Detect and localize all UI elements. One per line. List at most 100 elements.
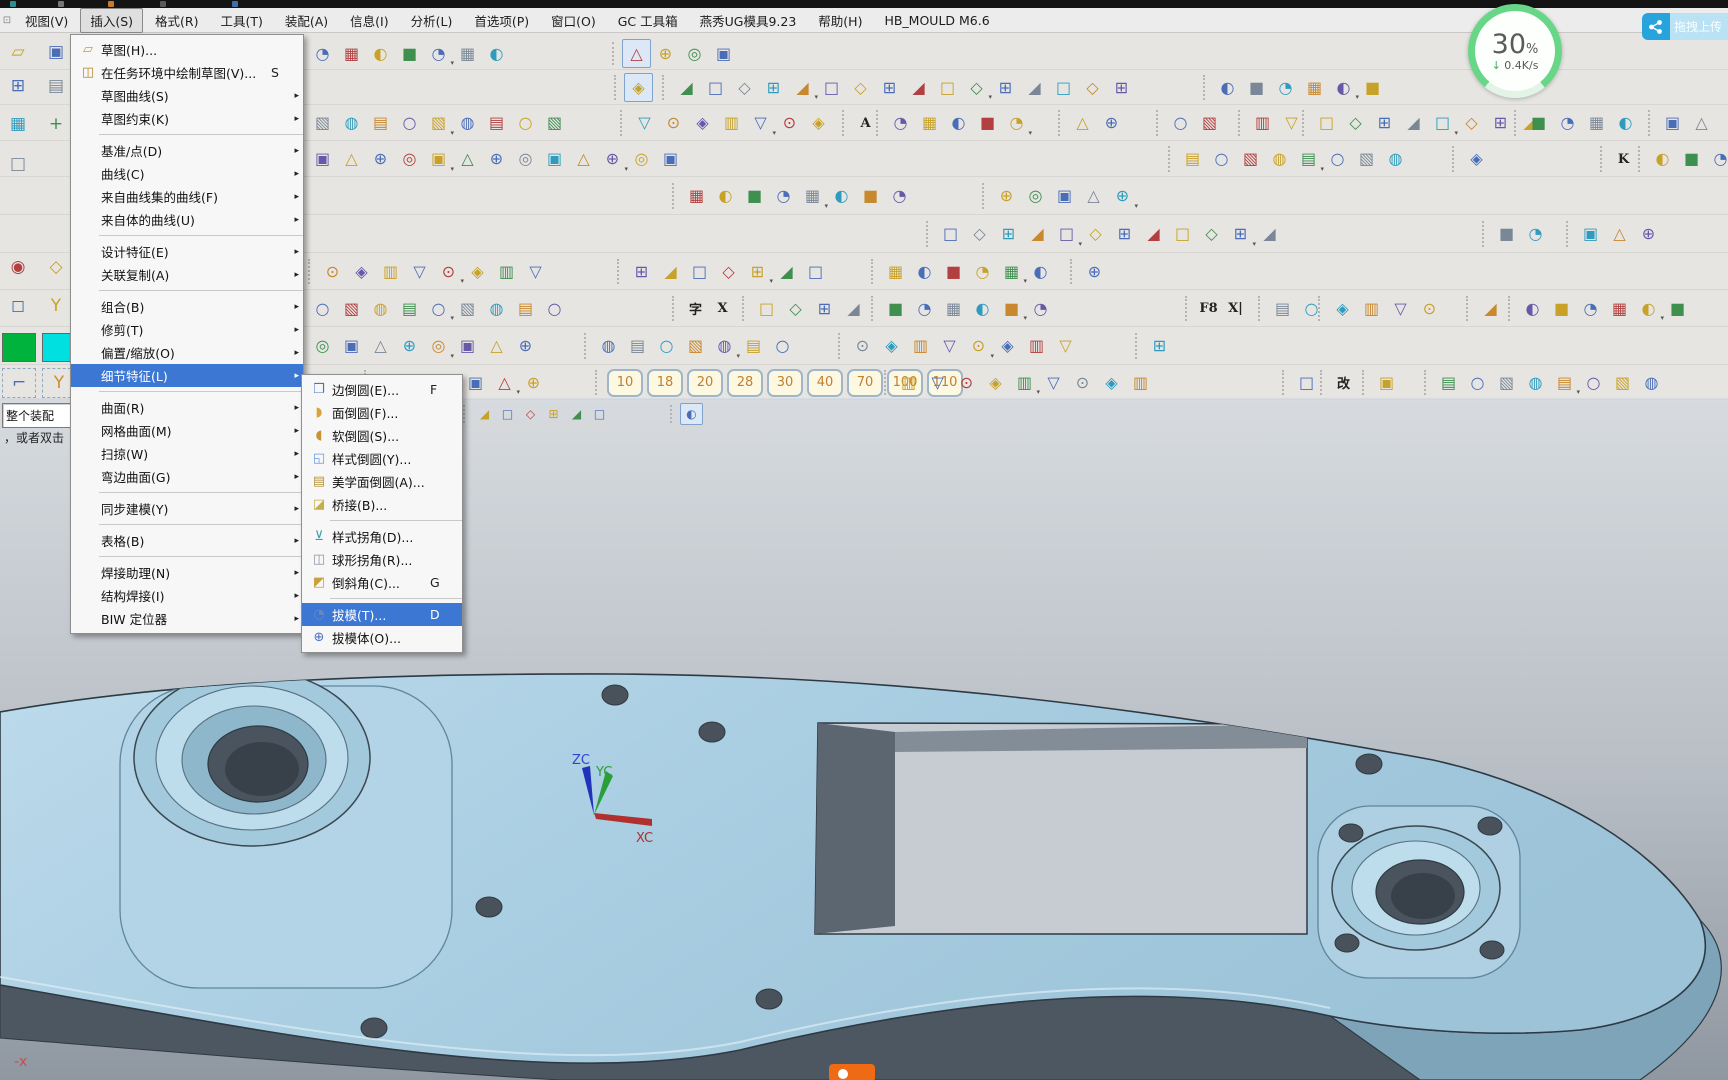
toolbar-button[interactable]: ◈ (347, 257, 376, 286)
toolbar-button[interactable]: ⊙ (952, 368, 981, 397)
toolbar-button[interactable]: ◈ (1328, 294, 1357, 323)
toolbar-button[interactable]: ○ (308, 294, 337, 323)
toolbar-button[interactable]: ⊙▾ (964, 332, 993, 361)
menubar-item[interactable]: 帮助(H) (808, 8, 872, 33)
menu-item[interactable]: 细节特征(L)▸ (71, 364, 303, 387)
toolbar-grip-handle[interactable] (620, 110, 627, 135)
toolbar-button[interactable]: ▤ (1434, 368, 1463, 397)
left-toolbar-button[interactable]: ▱ (2, 38, 34, 66)
toolbar-button[interactable]: ⊙ (318, 257, 347, 286)
toolbar-grip-handle[interactable] (1185, 296, 1192, 322)
toolbar-button[interactable]: ◇▾ (962, 73, 991, 102)
toolbar-button[interactable]: ▧ (1236, 145, 1265, 174)
toolbar-button[interactable]: ○ (1207, 145, 1236, 174)
toolbar-grip-handle[interactable] (1070, 259, 1077, 285)
menu-item[interactable]: 基准/点(D)▸ (71, 139, 303, 162)
toolbar-grip-handle[interactable] (1302, 110, 1309, 135)
toolbar-button[interactable]: ⊞ (994, 220, 1023, 249)
toolbar-grip-handle[interactable] (1648, 110, 1655, 135)
toolbar-grip-handle[interactable] (1135, 333, 1142, 360)
toolbar-button[interactable]: ⊙ (1415, 294, 1444, 323)
toolbar-button[interactable]: ⊞ (875, 73, 904, 102)
toolbar-button[interactable]: △ (1079, 182, 1108, 211)
zoom-preset-button[interactable]: 40 (807, 369, 843, 397)
toolbar-button[interactable]: □▾ (1052, 220, 1081, 249)
hole[interactable] (361, 1018, 387, 1038)
toolbar-button[interactable]: ⊕ (395, 332, 424, 361)
menu-item[interactable]: ◩倒斜角(C)...G (302, 571, 462, 594)
toolbar-button[interactable]: ◇ (714, 257, 743, 286)
toolbar-button[interactable]: ⊙ (659, 109, 688, 138)
toolbar-button[interactable]: ◐▾ (1634, 294, 1663, 323)
toolbar-button[interactable]: ▤ (482, 109, 511, 138)
toolbar-button[interactable]: ◇ (846, 73, 875, 102)
toolbar-button[interactable]: ◔▾ (424, 39, 453, 68)
menu-item[interactable]: 扫掠(W)▸ (71, 442, 303, 465)
toolbar-button[interactable]: △ (337, 145, 366, 174)
menu-item[interactable]: 关联复制(A)▸ (71, 263, 303, 286)
toolbar-button[interactable]: ◇ (1457, 109, 1486, 138)
toolbar-button[interactable]: ▤ (739, 332, 768, 361)
toolbar-button[interactable]: ○ (768, 332, 797, 361)
hole[interactable] (1356, 754, 1382, 774)
toolbar-button[interactable]: ⊞ (1145, 332, 1174, 361)
toolbar-button[interactable]: ▧ (1352, 145, 1381, 174)
toolbar-button[interactable]: ◐ (1213, 73, 1242, 102)
toolbar-button[interactable]: ◈ (877, 332, 906, 361)
toolbar-button[interactable]: ⊕▾ (1108, 182, 1137, 211)
toolbar-button[interactable]: ▦ (337, 39, 366, 68)
dropdown-caret-icon[interactable]: ▾ (1134, 202, 1138, 210)
toolbar-button[interactable]: ◢ (1255, 220, 1284, 249)
menu-item[interactable]: ◪桥接(B)... (302, 493, 462, 516)
left-toolbar-button[interactable]: ◉ (2, 253, 34, 281)
toolbar-button[interactable]: ▣ (1372, 368, 1401, 397)
toolbar-button[interactable]: ■ (939, 257, 968, 286)
toolbar-grip-handle[interactable] (1482, 221, 1489, 248)
menu-item[interactable]: ◔拔模(T)...D (302, 603, 462, 626)
toolbar-button[interactable]: △ (1605, 220, 1634, 249)
toolbar-button[interactable]: ▣ (1658, 109, 1687, 138)
toolbar-button[interactable]: ■ (1663, 294, 1692, 323)
toolbar-button[interactable]: ■ (1677, 145, 1706, 174)
toolbar-button[interactable]: □ (588, 403, 611, 425)
menubar-item[interactable]: 窗口(O) (541, 8, 606, 33)
toolbar-button[interactable]: □ (496, 403, 519, 425)
toolbar-button[interactable]: ◔ (1026, 294, 1055, 323)
toolbar-button[interactable]: ▤ (366, 109, 395, 138)
menu-item[interactable]: 来自曲线集的曲线(F)▸ (71, 185, 303, 208)
toolbar-grip-handle[interactable] (1600, 146, 1607, 171)
toolbar-button[interactable]: ▧ (1195, 109, 1224, 138)
toolbar-button[interactable]: ▧ (1492, 368, 1521, 397)
toolbar-button[interactable]: ⊙ (848, 332, 877, 361)
toolbar-button[interactable]: ⊞ (810, 294, 839, 323)
toolbar-button[interactable]: ■ (1547, 294, 1576, 323)
toolbar-button[interactable]: □ (933, 73, 962, 102)
toolbar-button[interactable]: ▣ (709, 39, 738, 68)
toolbar-button[interactable]: ▧ (308, 109, 337, 138)
color-swatch[interactable] (2, 333, 36, 362)
toolbar-button[interactable]: ▣▾ (424, 145, 453, 174)
toolbar-button[interactable]: ○ (652, 332, 681, 361)
toolbar-button[interactable]: ⊙ (1068, 368, 1097, 397)
toolbar-text-button[interactable]: X| (1222, 295, 1249, 322)
toolbar-button[interactable]: ○ (1579, 368, 1608, 397)
toolbar-text-button[interactable]: 改 (1330, 369, 1357, 396)
toolbar-button[interactable]: △ (1068, 109, 1097, 138)
toolbar-button[interactable]: ▽ (935, 332, 964, 361)
toolbar-button[interactable]: ◇ (1078, 73, 1107, 102)
left-toolbar-button[interactable]: ◇ (40, 253, 72, 281)
toolbar-grip-handle[interactable] (463, 405, 470, 423)
toolbar-button[interactable]: ▽ (1386, 294, 1415, 323)
toolbar-button[interactable]: ○ (1323, 145, 1352, 174)
toolbar-grip-handle[interactable] (612, 42, 619, 65)
menubar-item[interactable]: 燕秀UG模具9.23 (690, 8, 807, 33)
toolbar-button[interactable]: ◎ (511, 145, 540, 174)
toolbar-button[interactable]: ◐ (968, 294, 997, 323)
toolbar-button[interactable]: ○▾ (424, 294, 453, 323)
left-toolbar-button[interactable]: ▤ (40, 72, 72, 100)
toolbar-button[interactable]: ■ (1492, 220, 1521, 249)
toolbar-button[interactable]: ▥▾ (1010, 368, 1039, 397)
zoom-preset-button[interactable]: 28 (727, 369, 763, 397)
toolbar-button[interactable]: ⊙ (775, 109, 804, 138)
toolbar-button[interactable]: ◈ (688, 109, 717, 138)
